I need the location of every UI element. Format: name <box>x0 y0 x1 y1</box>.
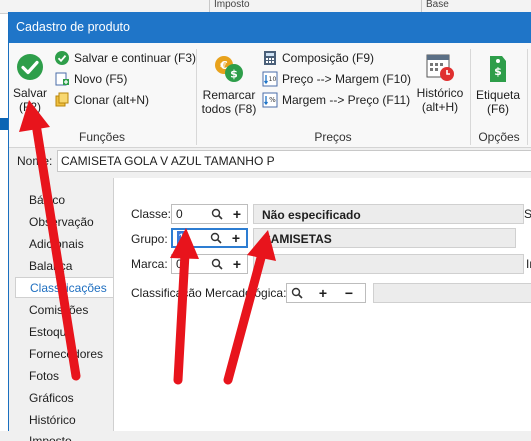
save-continue-icon <box>54 50 70 66</box>
svg-text:$: $ <box>494 65 502 78</box>
clone-button-label: Clonar (alt+N) <box>74 93 150 107</box>
nav-item-adicionais[interactable]: Adicionais <box>15 234 119 255</box>
search-icon[interactable] <box>206 229 226 247</box>
nav-item-imposto[interactable]: Imposto <box>15 431 119 441</box>
nav-item-observacao[interactable]: Observação <box>15 212 119 233</box>
background-app-list <box>0 14 8 431</box>
margin-price-icon: % <box>262 92 278 108</box>
group-separator <box>527 49 528 145</box>
section-nav: Básico Observação Adicionais Balança Cla… <box>9 180 119 441</box>
clone-icon <box>54 92 70 108</box>
classe-field: 0 + <box>171 204 248 224</box>
price-tag-icon: $ <box>482 53 514 85</box>
euro-dollar-icon: € $ <box>213 53 245 85</box>
add-icon[interactable]: + <box>313 284 333 302</box>
label-print-button[interactable]: $ Etiqueta (F6) <box>473 53 523 116</box>
marca-description <box>253 254 524 274</box>
search-icon[interactable] <box>207 205 227 223</box>
history-label: Histórico (alt+H) <box>416 86 464 114</box>
composition-label: Composição (F9) <box>282 51 375 65</box>
product-window: Cadastro de produto Salvar (F2) Salvar e… <box>8 12 531 441</box>
reprice-all-label: Remarcar todos (F8) <box>201 88 257 116</box>
nav-item-classificacoes[interactable]: Classificações <box>15 277 119 298</box>
mercadologica-label: Classificação Mercadológica: <box>131 286 287 300</box>
save-continue-label: Salvar e continuar (F3) <box>74 51 197 65</box>
name-row: Nome: CAMISETA GOLA V AZUL TAMANHO P <box>9 149 531 173</box>
marca-label: Marca: <box>131 257 168 271</box>
name-label: Nome: <box>17 154 53 168</box>
marca-field: 0 + <box>171 254 248 274</box>
calendar-clock-icon <box>424 51 456 83</box>
classificacoes-panel: Classe: 0 + Não especificado S Grupo: 1 … <box>113 178 531 431</box>
grupo-label: Grupo: <box>131 232 168 246</box>
svg-text:10: 10 <box>269 76 277 83</box>
mercadologica-description <box>373 283 531 303</box>
price-to-margin-button[interactable]: 10 Preço --> Margem (F10) <box>262 69 411 89</box>
composition-button[interactable]: Composição (F9) <box>262 48 374 68</box>
remove-icon[interactable]: − <box>339 284 359 302</box>
nav-item-balanca[interactable]: Balança <box>15 256 119 277</box>
classe-description: Não especificado <box>253 204 524 224</box>
margin-to-price-button[interactable]: % Margem --> Preço (F11) <box>262 90 410 110</box>
edge-label-s: S <box>524 207 531 221</box>
classe-label: Classe: <box>131 207 172 221</box>
price-to-margin-label: Preço --> Margem (F10) <box>282 72 412 86</box>
save-button[interactable]: Salvar (F2) <box>11 51 49 114</box>
nav-item-graficos[interactable]: Gráficos <box>15 388 119 409</box>
nav-item-estoque[interactable]: Estoque <box>15 322 119 343</box>
edge-label-in: In <box>526 257 531 271</box>
marca-code-input[interactable]: 0 <box>172 257 207 271</box>
classe-code-input[interactable]: 0 <box>172 207 207 221</box>
grupo-code-input[interactable]: 1 <box>173 231 206 245</box>
calculator-icon <box>262 50 278 66</box>
check-circle-icon <box>14 51 46 83</box>
new-document-icon <box>54 71 70 87</box>
price-margin-icon: 10 <box>262 71 278 87</box>
nav-item-comissoes[interactable]: Comissões <box>15 300 119 321</box>
svg-text:$: $ <box>230 68 238 81</box>
group-label-opcoes: Opções <box>478 130 520 144</box>
nav-item-historico[interactable]: Histórico <box>15 410 119 431</box>
svg-text:%: % <box>269 96 276 104</box>
search-icon[interactable] <box>287 284 307 302</box>
history-button[interactable]: Histórico (alt+H) <box>414 51 466 114</box>
save-button-label: Salvar (F2) <box>12 86 47 114</box>
nav-item-fornecedores[interactable]: Fornecedores <box>15 344 119 365</box>
nav-item-basico[interactable]: Básico <box>15 190 119 211</box>
name-input[interactable]: CAMISETA GOLA V AZUL TAMANHO P <box>57 150 531 172</box>
add-icon[interactable]: + <box>226 229 246 247</box>
window-title: Cadastro de produto <box>9 12 531 43</box>
reprice-all-button[interactable]: € $ Remarcar todos (F8) <box>200 53 258 116</box>
margin-to-price-label: Margem --> Preço (F11) <box>282 93 411 107</box>
new-button[interactable]: Novo (F5) <box>54 69 127 89</box>
background-selected-row <box>0 118 8 130</box>
label-print-label: Etiqueta (F6) <box>475 88 521 116</box>
new-button-label: Novo (F5) <box>74 72 128 86</box>
ribbon: Salvar (F2) Salvar e continuar (F3) Novo… <box>9 43 531 148</box>
add-icon[interactable]: + <box>227 255 247 273</box>
nav-item-fotos[interactable]: Fotos <box>15 366 119 387</box>
clone-button[interactable]: Clonar (alt+N) <box>54 90 149 110</box>
add-icon[interactable]: + <box>227 205 247 223</box>
group-label-funcoes: Funções <box>78 130 126 144</box>
grupo-description: CAMISETAS <box>253 228 516 248</box>
group-label-precos: Preços <box>314 130 352 144</box>
grupo-field: 1 + <box>171 228 248 248</box>
search-icon[interactable] <box>207 255 227 273</box>
save-continue-button[interactable]: Salvar e continuar (F3) <box>54 48 196 68</box>
mercadologica-field: + − <box>286 283 366 303</box>
